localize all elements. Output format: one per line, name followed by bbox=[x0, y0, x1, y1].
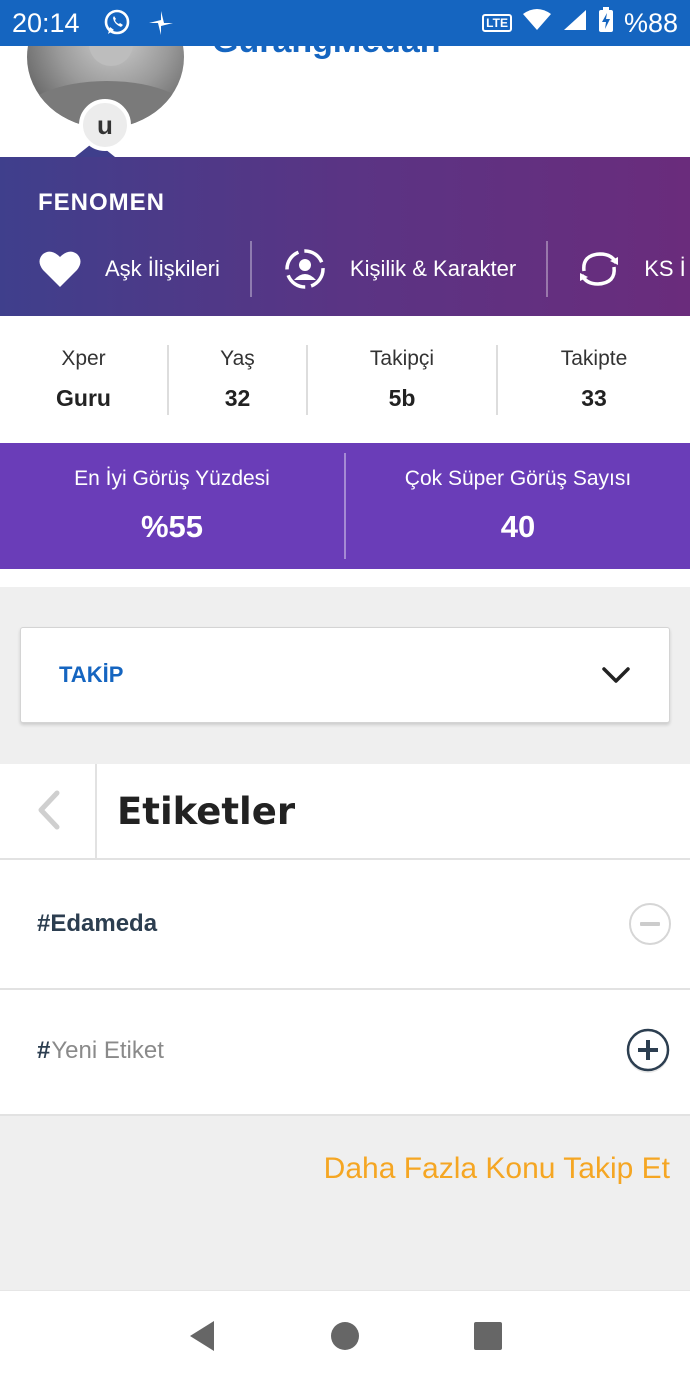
new-tag-field: # bbox=[37, 1037, 351, 1065]
status-time: 20:14 bbox=[12, 7, 80, 38]
footer-area: Daha Fazla Konu Takip Et bbox=[0, 1114, 690, 1290]
stat-best-opinion-percent: En İyi Görüş Yüzdesi %55 bbox=[0, 453, 344, 559]
back-button[interactable] bbox=[0, 764, 97, 860]
stat-label: Takipte bbox=[560, 347, 628, 370]
stat-label: Xper bbox=[61, 347, 106, 370]
new-tag-input[interactable] bbox=[50, 1037, 351, 1065]
heart-icon bbox=[37, 246, 83, 292]
hash-prefix: # bbox=[37, 1037, 51, 1064]
chevron-down-icon bbox=[601, 665, 631, 685]
avatar-face bbox=[89, 46, 133, 66]
chevron-left-icon bbox=[35, 790, 61, 835]
new-tag-row: # bbox=[0, 990, 690, 1112]
spacer bbox=[0, 569, 690, 587]
stat-super-opinion-count: Çok Süper Görüş Sayısı 40 bbox=[344, 453, 690, 559]
opinion-stats: En İyi Görüş Yüzdesi %55 Çok Süper Görüş… bbox=[0, 443, 690, 569]
navigation-bar bbox=[0, 1290, 690, 1380]
tags-title: Etiketler bbox=[117, 789, 296, 833]
category-list: Aşk İlişkileri Kişilik & Karakter KS İ bbox=[0, 241, 686, 297]
pinwheel-icon bbox=[146, 8, 176, 38]
stat-label: Takipçi bbox=[369, 347, 435, 370]
add-tag-button[interactable] bbox=[624, 1027, 672, 1075]
follow-more-topics-link[interactable]: Daha Fazla Konu Takip Et bbox=[324, 1152, 670, 1186]
username[interactable]: GurangMedan bbox=[212, 46, 441, 61]
tags-header: Etiketler bbox=[0, 764, 690, 860]
profile-stats: Xper Guru Yaş 32 Takipçi 5b Takipte 33 bbox=[0, 316, 690, 443]
category-label: Aşk İlişkileri bbox=[105, 256, 220, 281]
recents-square-icon bbox=[474, 1321, 503, 1350]
nav-back-button[interactable] bbox=[172, 1306, 232, 1366]
stat-yas: Yaş 32 bbox=[167, 344, 306, 415]
volte-icon: LTE bbox=[482, 14, 512, 32]
follow-dropdown[interactable]: TAKİP bbox=[20, 627, 670, 723]
tags-panel: Etiketler #Edameda # bbox=[0, 764, 690, 1114]
remove-tag-button[interactable] bbox=[628, 902, 672, 946]
plus-circle-icon bbox=[626, 1028, 670, 1073]
stat-value: %55 bbox=[140, 509, 204, 544]
stat-label: En İyi Görüş Yüzdesi bbox=[74, 467, 270, 490]
wifi-icon bbox=[522, 8, 552, 39]
user-badge: u bbox=[79, 99, 131, 151]
stat-label: Yaş bbox=[220, 347, 255, 370]
person-circle-icon bbox=[282, 246, 328, 292]
fenomen-banner: FENOMEN Aşk İlişkileri Kişilik & Karakte… bbox=[0, 141, 690, 316]
home-circle-icon bbox=[330, 1321, 359, 1350]
dropdown-selected: TAKİP bbox=[59, 662, 124, 687]
nav-recents-button[interactable] bbox=[458, 1306, 518, 1366]
stat-takipci[interactable]: Takipçi 5b bbox=[306, 344, 496, 415]
stat-value: Guru bbox=[56, 385, 111, 411]
fenomen-title: FENOMEN bbox=[38, 189, 165, 216]
category-label: KS İ bbox=[644, 256, 686, 281]
stat-value: 32 bbox=[224, 385, 251, 411]
stat-value: 5b bbox=[388, 385, 416, 411]
tag-name[interactable]: #Edameda bbox=[37, 910, 157, 938]
battery-charging-icon bbox=[598, 6, 614, 40]
stat-value: 40 bbox=[500, 509, 536, 544]
signal-icon bbox=[562, 8, 588, 39]
category-label: Kişilik & Karakter bbox=[349, 256, 517, 281]
minus-circle-icon bbox=[629, 903, 671, 945]
stat-xper: Xper Guru bbox=[0, 345, 167, 415]
stat-label: Çok Süper Görüş Sayısı bbox=[404, 467, 632, 490]
battery-percent: %88 bbox=[623, 7, 678, 38]
nav-home-button[interactable] bbox=[315, 1306, 375, 1366]
back-triangle-icon bbox=[189, 1320, 214, 1351]
category-kisilik-karakter[interactable]: Kişilik & Karakter bbox=[252, 241, 546, 297]
stat-value: 33 bbox=[581, 385, 607, 411]
profile-header: u GurangMedan bbox=[0, 46, 690, 157]
category-ask-iliskileri[interactable]: Aşk İlişkileri bbox=[0, 241, 250, 297]
whatsapp-icon bbox=[102, 8, 132, 38]
refresh-icon bbox=[576, 246, 622, 292]
stat-takipte[interactable]: Takipte 33 bbox=[496, 344, 690, 415]
category-ks[interactable]: KS İ bbox=[548, 241, 686, 297]
tag-item: #Edameda bbox=[0, 860, 690, 990]
status-bar: 20:14 LTE %88 bbox=[0, 0, 690, 46]
filter-area: TAKİP bbox=[0, 569, 690, 764]
